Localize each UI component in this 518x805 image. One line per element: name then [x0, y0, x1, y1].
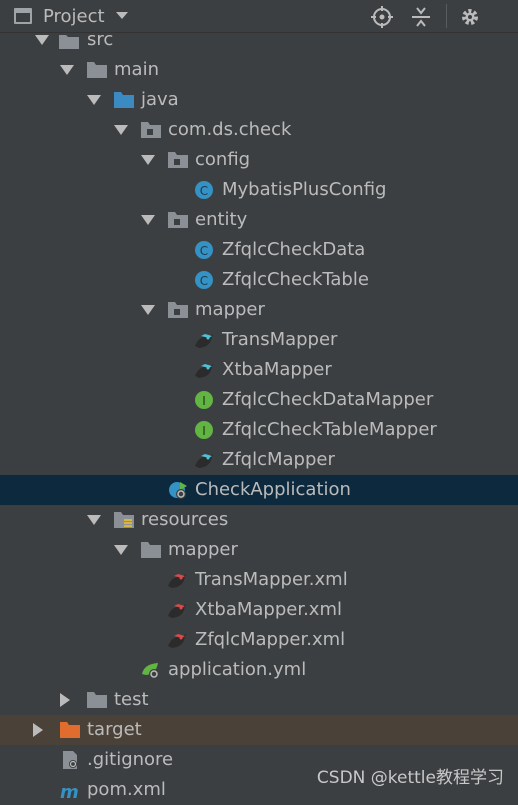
mybatis-xml-icon [166, 600, 188, 620]
tree-label: mapper [195, 299, 265, 320]
tree-row-zfqlcmapper-xml[interactable]: ZfqlcMapper.xml [0, 625, 518, 655]
spring-boot-app-icon [167, 480, 189, 500]
expand-arrow-icon[interactable] [114, 535, 128, 565]
svg-text:C: C [200, 274, 208, 288]
maven-icon: m [60, 780, 82, 803]
tree-label: ZfqlcMapper [222, 449, 335, 470]
resources-folder-icon [113, 510, 135, 530]
package-icon [140, 120, 162, 140]
expand-arrow-icon[interactable] [58, 685, 72, 715]
tree-row-transmapper[interactable]: TransMapper [0, 325, 518, 355]
tree-row-package-com-ds-check[interactable]: com.ds.check [0, 115, 518, 145]
tree-label: test [114, 689, 149, 710]
tree-label: main [114, 59, 159, 80]
tree-row-zfqlcmapper[interactable]: ZfqlcMapper [0, 445, 518, 475]
tree-row-mapper-folder[interactable]: mapper [0, 535, 518, 565]
tree-row-target[interactable]: target [0, 715, 518, 745]
tree-label: target [87, 719, 142, 740]
svg-text:C: C [200, 184, 208, 198]
folder-icon [140, 540, 162, 560]
tree-row-test[interactable]: test [0, 685, 518, 715]
expand-arrow-icon[interactable] [141, 295, 155, 325]
expand-arrow-icon[interactable] [87, 505, 101, 535]
toolbar-divider [446, 4, 447, 28]
interface-icon: I [194, 420, 216, 440]
tree-row-main[interactable]: main [0, 55, 518, 85]
interface-icon: I [194, 390, 216, 410]
project-view-icon [14, 8, 32, 24]
tree-label: XtbaMapper.xml [195, 599, 342, 620]
tree-label: com.ds.check [168, 119, 292, 140]
tree-label: config [195, 149, 251, 170]
expand-arrow-icon[interactable] [141, 145, 155, 175]
tree-label: entity [195, 209, 248, 230]
tree-label: .gitignore [87, 749, 174, 770]
tree-label: java [141, 89, 179, 110]
class-icon: C [194, 180, 216, 200]
package-icon [167, 300, 189, 320]
svg-text:I: I [202, 394, 206, 408]
tree-label: pom.xml [87, 779, 166, 800]
project-panel-header: Project [0, 0, 518, 33]
tree-label: ZfqlcCheckDataMapper [222, 389, 434, 410]
tree-row-java[interactable]: java [0, 85, 518, 115]
spring-yml-icon [140, 660, 162, 680]
tree-row-xtbamapper[interactable]: XtbaMapper [0, 355, 518, 385]
tree-label: resources [141, 509, 229, 530]
svg-text:C: C [200, 244, 208, 258]
tree-label: ZfqlcCheckTable [222, 269, 369, 290]
tree-row-zfqlccheckdatamapper[interactable]: I ZfqlcCheckDataMapper [0, 385, 518, 415]
tree-row-zfqlcchecktable[interactable]: C ZfqlcCheckTable [0, 265, 518, 295]
tree-row-transmapper-xml[interactable]: TransMapper.xml [0, 565, 518, 595]
gitignore-file-icon [61, 750, 83, 770]
tree-row-application-yml[interactable]: application.yml [0, 655, 518, 685]
tree-label: CheckApplication [195, 479, 351, 500]
svg-text:m: m [60, 782, 79, 800]
excluded-folder-icon [59, 720, 81, 740]
expand-arrow-icon[interactable] [87, 85, 101, 115]
class-icon: C [194, 270, 216, 290]
tree-row-mybatisplusconfig[interactable]: C MybatisPlusConfig [0, 175, 518, 205]
folder-icon [86, 60, 108, 80]
tree-label: application.yml [168, 659, 307, 680]
package-icon [167, 210, 189, 230]
folder-icon [86, 690, 108, 710]
tree-row-config[interactable]: config [0, 145, 518, 175]
tree-label: ZfqlcMapper.xml [195, 629, 346, 650]
tree-label: ZfqlcCheckData [222, 239, 366, 260]
tree-row-zfqlccheckdata[interactable]: C ZfqlcCheckData [0, 235, 518, 265]
tree-label: XtbaMapper [222, 359, 332, 380]
tree-label: ZfqlcCheckTableMapper [222, 419, 437, 440]
mybatis-mapper-icon [193, 360, 215, 380]
mybatis-mapper-icon [193, 330, 215, 350]
tree-label: TransMapper.xml [195, 569, 348, 590]
panel-title[interactable]: Project [43, 6, 105, 27]
folder-icon [58, 30, 80, 50]
mybatis-xml-icon [166, 570, 188, 590]
tree-row-mapper-package[interactable]: mapper [0, 295, 518, 325]
tree-row-checkapplication[interactable]: CheckApplication [0, 475, 518, 505]
expand-arrow-icon[interactable] [31, 715, 45, 745]
chevron-down-icon[interactable] [116, 12, 128, 19]
tree-row-xtbamapper-xml[interactable]: XtbaMapper.xml [0, 595, 518, 625]
class-icon: C [194, 240, 216, 260]
expand-arrow-icon[interactable] [60, 55, 74, 85]
source-folder-icon [113, 90, 135, 110]
tree-label: mapper [168, 539, 238, 560]
tree-label: MybatisPlusConfig [222, 179, 387, 200]
locate-icon[interactable] [371, 6, 393, 28]
svg-text:I: I [202, 424, 206, 438]
mybatis-mapper-icon [193, 450, 215, 470]
expand-arrow-icon[interactable] [141, 205, 155, 235]
tree-label: TransMapper [222, 329, 338, 350]
mybatis-xml-icon [166, 630, 188, 650]
gear-icon[interactable] [459, 6, 481, 28]
tree-row-zfqlcchecktablemapper[interactable]: I ZfqlcCheckTableMapper [0, 415, 518, 445]
tree-row-entity[interactable]: entity [0, 205, 518, 235]
collapse-icon[interactable] [410, 6, 432, 28]
watermark-text: CSDN @kettle教程学习 [316, 768, 504, 788]
package-icon [167, 150, 189, 170]
expand-arrow-icon[interactable] [114, 115, 128, 145]
tree-row-resources[interactable]: resources [0, 505, 518, 535]
